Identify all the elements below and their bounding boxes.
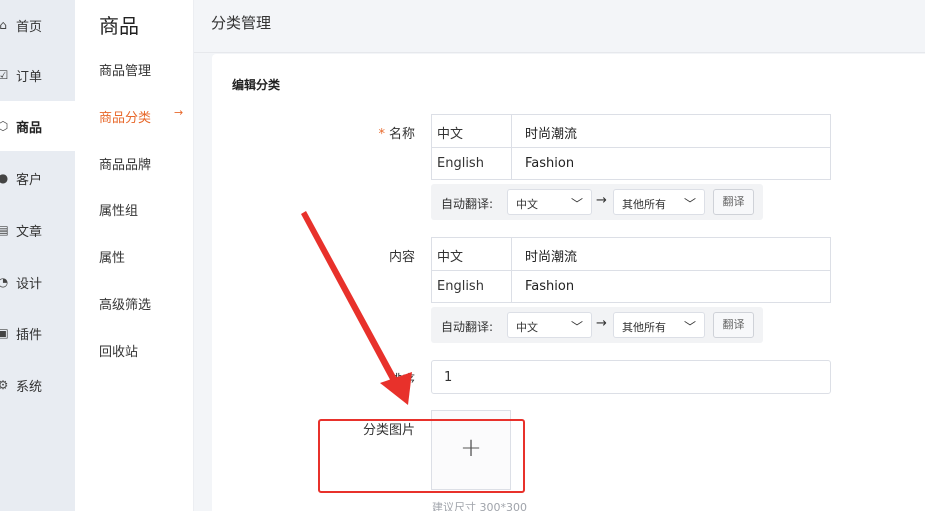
- sort-label: 排序: [388, 373, 415, 388]
- chevron-down-icon: ﹀: [683, 197, 696, 211]
- nav-item-label: 插件: [16, 327, 43, 343]
- content-input-en[interactable]: Fashion: [525, 279, 574, 294]
- name-input-zh[interactable]: 时尚潮流: [525, 123, 577, 142]
- chevron-down-icon: ﹀: [570, 320, 583, 334]
- translate-to-value: 其他所有: [622, 198, 666, 211]
- header-divider: [194, 52, 925, 53]
- sort-input[interactable]: 1: [431, 360, 831, 394]
- required-mark: *: [378, 127, 385, 142]
- nav-item-system[interactable]: ⚙ 系统: [0, 360, 75, 410]
- translate-to-value: 其他所有: [622, 321, 666, 334]
- nav-item-label: 客户: [16, 172, 43, 188]
- annotation-highlight-box: [318, 419, 525, 493]
- order-icon: ☑: [0, 68, 9, 82]
- nav-item-label: 设计: [16, 276, 43, 292]
- name-label-text: 名称: [388, 127, 415, 142]
- card-title: 编辑分类: [232, 78, 281, 92]
- content-row-zh: 中文 时尚潮流: [432, 238, 830, 270]
- subnav-item-product-management[interactable]: 商品管理: [99, 60, 151, 79]
- name-row-zh: 中文 时尚潮流: [432, 115, 830, 147]
- nav-item-design[interactable]: ◔ 设计: [0, 257, 75, 307]
- translate-button[interactable]: 翻译: [713, 312, 754, 338]
- user-icon: ●: [0, 171, 9, 185]
- nav-item-label: 商品: [16, 120, 43, 136]
- nav-item-plugins[interactable]: ▣ 插件: [0, 308, 75, 358]
- subnav-item-attribute-group[interactable]: 属性组: [99, 200, 138, 219]
- translate-from-value: 中文: [516, 198, 538, 211]
- translate-button[interactable]: 翻译: [713, 189, 754, 215]
- subnav-item-recycle-bin[interactable]: 回收站: [99, 341, 138, 360]
- nav-item-label: 订单: [16, 69, 43, 85]
- content-label: 内容: [388, 250, 415, 265]
- plugin-icon: ▣: [0, 326, 9, 340]
- content-translate-bar: 自动翻译: 中文 ﹀ → 其他所有 ﹀ 翻译: [431, 307, 763, 343]
- nav-item-label: 首页: [16, 19, 43, 35]
- translate-to-select[interactable]: 其他所有 ﹀: [613, 312, 705, 338]
- lang-label: 中文: [432, 115, 512, 147]
- content-row-en: English Fashion: [432, 270, 830, 303]
- nav-item-articles[interactable]: ▤ 文章: [0, 205, 75, 255]
- active-arrow-icon: →: [174, 106, 184, 119]
- lang-label: 中文: [432, 238, 512, 270]
- chevron-down-icon: ﹀: [570, 197, 583, 211]
- nav-item-label: 系统: [16, 379, 43, 395]
- translate-from-select[interactable]: 中文 ﹀: [507, 312, 592, 338]
- name-lang-table: 中文 时尚潮流 English Fashion: [431, 114, 831, 180]
- nav-item-customers[interactable]: ● 客户: [0, 153, 75, 203]
- translate-label: 自动翻译:: [441, 197, 494, 211]
- subnav-item-attribute[interactable]: 属性: [99, 247, 125, 266]
- primary-nav: ⌂ 首页 ☑ 订单 ⬡ 商品 ● 客户 ▤ 文章 ◔ 设计 ▣ 插件 ⚙ 系统: [0, 0, 75, 511]
- name-translate-bar: 自动翻译: 中文 ﹀ → 其他所有 ﹀ 翻译: [431, 184, 763, 220]
- page-title: 分类管理: [211, 14, 272, 32]
- subnav-item-product-category[interactable]: 商品分类: [99, 107, 151, 126]
- palette-icon: ◔: [0, 275, 9, 289]
- chevron-down-icon: ﹀: [683, 320, 696, 334]
- cube-icon: ⬡: [0, 119, 9, 133]
- arrow-right-icon: →: [596, 316, 607, 331]
- gear-icon: ⚙: [0, 378, 9, 392]
- lang-label: English: [432, 271, 512, 303]
- translate-from-select[interactable]: 中文 ﹀: [507, 189, 592, 215]
- subnav-item-product-brand[interactable]: 商品品牌: [99, 154, 151, 173]
- article-icon: ▤: [0, 223, 9, 237]
- nav-item-label: 文章: [16, 224, 43, 240]
- translate-to-select[interactable]: 其他所有 ﹀: [613, 189, 705, 215]
- subnav-item-advanced-filter[interactable]: 高级筛选: [99, 294, 151, 313]
- name-input-en[interactable]: Fashion: [525, 156, 574, 171]
- translate-from-value: 中文: [516, 321, 538, 334]
- home-icon: ⌂: [0, 18, 7, 32]
- lang-label: English: [432, 148, 512, 180]
- arrow-right-icon: →: [596, 193, 607, 208]
- image-size-hint: 建议尺寸 300*300: [432, 501, 527, 511]
- name-row-en: English Fashion: [432, 147, 830, 180]
- content-lang-table: 中文 时尚潮流 English Fashion: [431, 237, 831, 303]
- content-input-zh[interactable]: 时尚潮流: [525, 246, 577, 265]
- secondary-nav: 商品 商品管理 商品分类 商品品牌 属性组 属性 高级筛选 回收站: [75, 0, 194, 511]
- nav-item-products[interactable]: ⬡ 商品: [0, 101, 75, 151]
- section-title: 商品: [99, 14, 139, 38]
- translate-label: 自动翻译:: [441, 320, 494, 334]
- nav-item-home[interactable]: ⌂ 首页: [0, 0, 75, 50]
- name-label: * 名称: [335, 123, 415, 142]
- nav-item-orders[interactable]: ☑ 订单: [0, 50, 75, 100]
